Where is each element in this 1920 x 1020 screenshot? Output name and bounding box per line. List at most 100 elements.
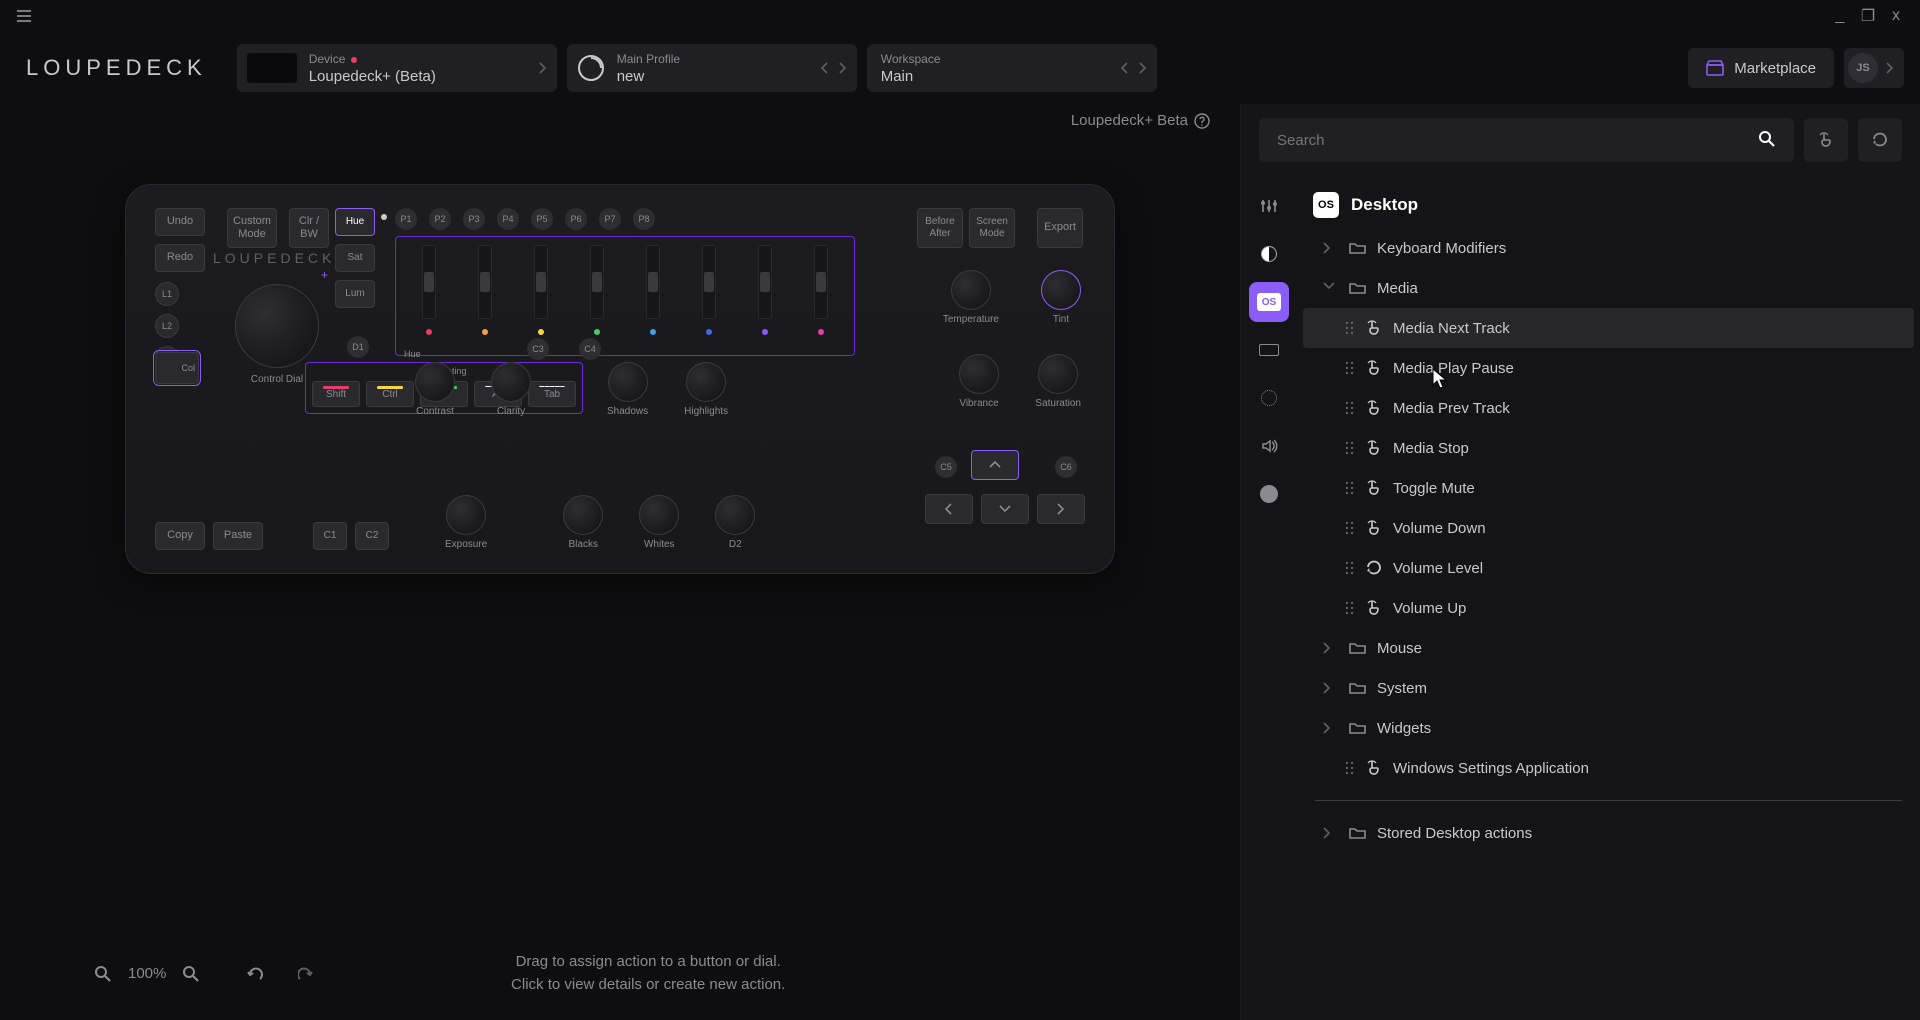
p7-button[interactable]: P7 xyxy=(599,208,621,230)
tree-action-item[interactable]: Volume Down xyxy=(1297,508,1920,548)
shadows-knob[interactable]: Shadows xyxy=(607,362,648,417)
clarity-knob[interactable]: Clarity xyxy=(491,362,531,417)
p2-button[interactable]: P2 xyxy=(429,208,451,230)
tree-action-item[interactable]: Windows Settings Application xyxy=(1297,748,1920,788)
tint-knob[interactable]: Tint xyxy=(1041,270,1081,325)
category-audio[interactable] xyxy=(1249,426,1289,466)
p1-button[interactable]: P1 xyxy=(395,208,417,230)
c1-button[interactable]: C1 xyxy=(313,522,347,550)
hue-slider-3[interactable] xyxy=(520,245,562,347)
p3-button[interactable]: P3 xyxy=(463,208,485,230)
nav-right-button[interactable] xyxy=(1037,494,1085,524)
tree-action-item[interactable]: Toggle Mute xyxy=(1297,468,1920,508)
before-after-button[interactable]: Before After xyxy=(917,208,963,248)
tree-category[interactable]: Mouse xyxy=(1297,628,1920,668)
category-fe24[interactable]: fe24 xyxy=(1249,522,1289,562)
d1-button[interactable]: D1 xyxy=(347,336,369,358)
c4-button[interactable]: C4 xyxy=(579,338,601,360)
redo-button[interactable]: Redo xyxy=(155,244,205,272)
hue-slider-8[interactable] xyxy=(800,245,842,347)
c5-button[interactable]: C5 xyxy=(935,456,957,478)
d2-knob[interactable]: D2 xyxy=(715,495,755,550)
c6-button[interactable]: C6 xyxy=(1055,456,1077,478)
whites-knob[interactable]: Whites xyxy=(639,495,679,550)
screen-mode-button[interactable]: Screen Mode xyxy=(969,208,1015,248)
col-button[interactable]: Col xyxy=(155,352,199,384)
profile-selector[interactable]: Main Profile new xyxy=(567,44,857,92)
filter-rotate-button[interactable] xyxy=(1858,118,1902,162)
highlights-knob[interactable]: Highlights xyxy=(684,362,728,417)
tree-category[interactable]: Media xyxy=(1297,268,1920,308)
tree-category[interactable]: System xyxy=(1297,668,1920,708)
vibrance-knob[interactable]: Vibrance xyxy=(959,354,999,409)
nav-up-button[interactable] xyxy=(971,450,1019,480)
search-box[interactable] xyxy=(1259,118,1794,162)
workspace-selector[interactable]: Workspace Main xyxy=(867,44,1157,92)
minimize-button[interactable]: _ xyxy=(1826,2,1854,30)
filter-tap-button[interactable] xyxy=(1804,118,1848,162)
zoom-in-button[interactable] xyxy=(178,961,204,987)
tree-action-item[interactable]: Volume Level xyxy=(1297,548,1920,588)
tree-action-item[interactable]: Media Prev Track xyxy=(1297,388,1920,428)
tree-action-item[interactable]: Go to next trackMedia Next Track xyxy=(1303,308,1914,348)
zoom-out-button[interactable] xyxy=(90,961,116,987)
tree-action-label: Volume Up xyxy=(1393,600,1466,617)
category-adjust[interactable] xyxy=(1249,186,1289,226)
temperature-knob[interactable]: Temperature xyxy=(943,270,999,325)
tree-action-item[interactable]: Volume Up xyxy=(1297,588,1920,628)
category-os[interactable]: OS xyxy=(1249,282,1289,322)
custom-mode-button[interactable]: Custom Mode xyxy=(227,208,277,248)
undo-button[interactable]: Undo xyxy=(155,208,205,236)
hue-slider-7[interactable] xyxy=(744,245,786,347)
paste-button[interactable]: Paste xyxy=(213,522,263,550)
category-spotify[interactable] xyxy=(1249,474,1289,514)
tree-action-label: Media Next Track xyxy=(1393,320,1510,337)
tree-action-item[interactable]: Media Stop xyxy=(1297,428,1920,468)
c2-button[interactable]: C2 xyxy=(355,522,389,550)
blacks-knob[interactable]: Blacks xyxy=(563,495,603,550)
category-globe[interactable] xyxy=(1249,378,1289,418)
hue-slider-4[interactable] xyxy=(576,245,618,347)
exposure-knob[interactable]: Exposure xyxy=(445,495,487,550)
hue-slider-1[interactable] xyxy=(408,245,450,347)
clr-bw-button[interactable]: Clr / BW xyxy=(289,208,329,248)
sat-button[interactable]: Sat xyxy=(335,244,375,272)
category-moon[interactable] xyxy=(1249,234,1289,274)
maximize-button[interactable]: ❐ xyxy=(1854,2,1882,30)
device-model-label: Loupedeck+ Beta xyxy=(1071,112,1210,129)
tree-category[interactable]: Keyboard Modifiers xyxy=(1297,228,1920,268)
p5-button[interactable]: P5 xyxy=(531,208,553,230)
p8-button[interactable]: P8 xyxy=(633,208,655,230)
search-input[interactable] xyxy=(1275,131,1758,150)
lum-button[interactable]: Lum xyxy=(335,280,375,308)
help-icon[interactable] xyxy=(1194,113,1210,129)
marketplace-button[interactable]: Marketplace xyxy=(1688,48,1834,88)
shift-key-button[interactable]: Shift xyxy=(312,381,360,407)
tree-category[interactable]: Widgets xyxy=(1297,708,1920,748)
ctrl-key-button[interactable]: Ctrl xyxy=(366,381,414,407)
nav-left-button[interactable] xyxy=(925,494,973,524)
grip-icon xyxy=(1345,361,1355,375)
hamburger-button[interactable] xyxy=(10,2,38,30)
hue-slider-5[interactable] xyxy=(632,245,674,347)
hue-button[interactable]: Hue xyxy=(335,208,375,236)
saturation-knob[interactable]: Saturation xyxy=(1035,354,1081,409)
user-menu[interactable]: JS xyxy=(1844,48,1904,88)
category-keyboard[interactable] xyxy=(1249,330,1289,370)
contrast-knob[interactable]: Contrast xyxy=(415,362,455,417)
close-button[interactable]: x xyxy=(1882,2,1910,30)
c3-button[interactable]: C3 xyxy=(527,338,549,360)
p6-button[interactable]: P6 xyxy=(565,208,587,230)
export-button[interactable]: Export xyxy=(1037,208,1083,248)
copy-button[interactable]: Copy xyxy=(155,522,205,550)
device-thumb-icon xyxy=(247,53,297,83)
nav-down-button[interactable] xyxy=(981,494,1029,524)
l2-button[interactable]: L2 xyxy=(155,314,179,338)
l1-button[interactable]: L1 xyxy=(155,282,179,306)
device-selector[interactable]: Device Loupedeck+ (Beta) xyxy=(237,44,557,92)
hue-slider-2[interactable] xyxy=(464,245,506,347)
tree-stored-actions[interactable]: Stored Desktop actions xyxy=(1297,813,1920,853)
hue-slider-6[interactable] xyxy=(688,245,730,347)
p4-button[interactable]: P4 xyxy=(497,208,519,230)
tree-action-item[interactable]: Media Play Pause xyxy=(1297,348,1920,388)
